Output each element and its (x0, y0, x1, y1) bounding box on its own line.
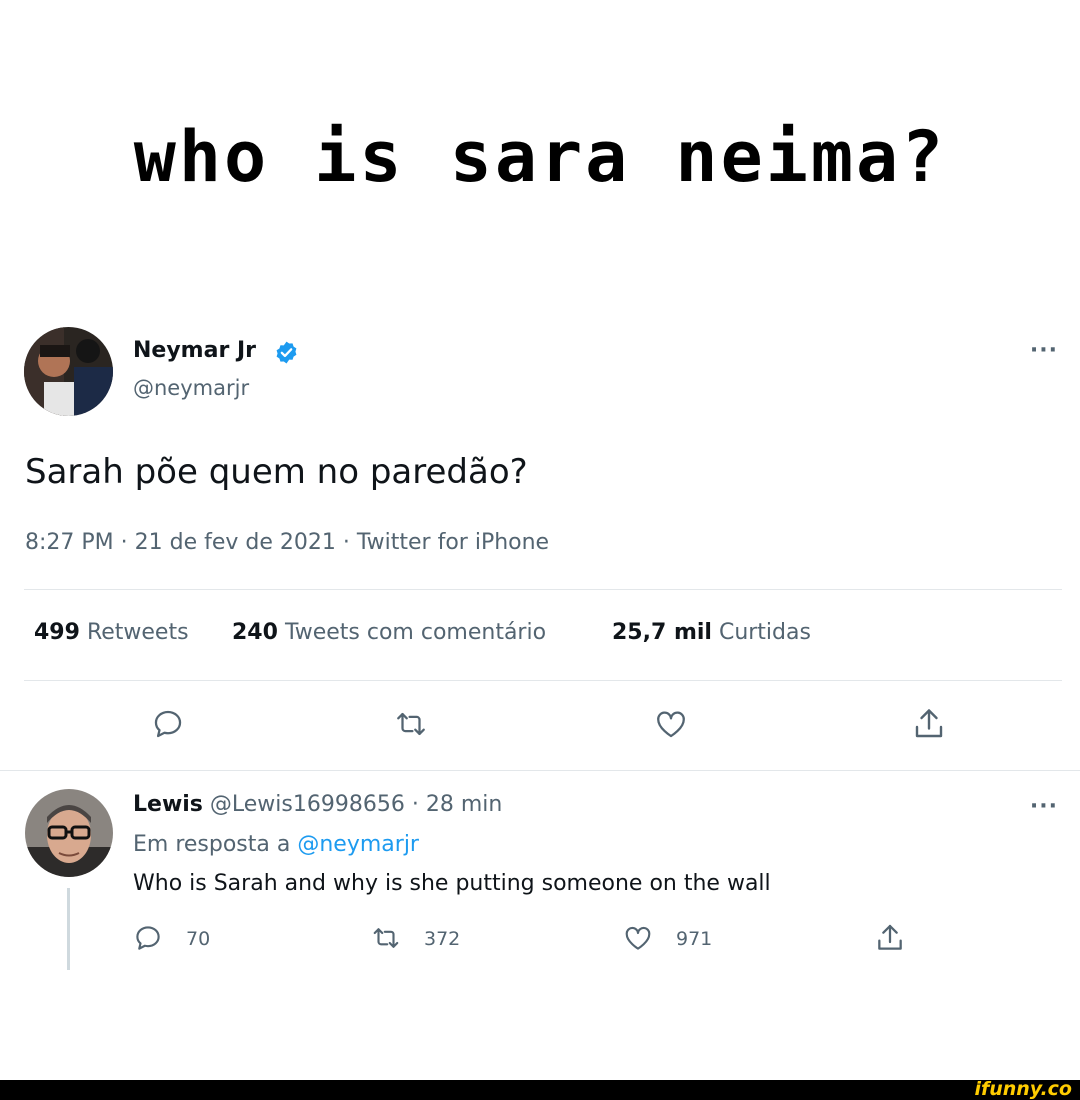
reply-reply-count: 70 (186, 928, 211, 950)
reply-reply-icon[interactable] (133, 923, 163, 953)
retweets-count: 499 (34, 620, 80, 645)
reply-context: Em resposta a @neymarjr (133, 832, 419, 857)
reply-share-icon[interactable] (874, 921, 906, 955)
reply-icon[interactable] (151, 707, 185, 741)
reply-context-mention[interactable]: @neymarjr (297, 832, 419, 857)
tweet-timestamp[interactable]: 8:27 PM · 21 de fev de 2021 · Twitter fo… (25, 530, 549, 555)
reply-more-icon[interactable]: ··· (1030, 794, 1058, 819)
reply-thread-line (67, 888, 70, 970)
author-handle[interactable]: @neymarjr (133, 376, 249, 400)
author-name[interactable]: Neymar Jr (133, 338, 256, 363)
reply-retweet-count: 372 (424, 928, 461, 950)
quotes-label: Tweets com comentário (284, 620, 547, 645)
reply-handle-time[interactable]: @Lewis16998656 · 28 min (210, 792, 502, 817)
likes-label: Curtidas (718, 620, 811, 645)
footer-bar (0, 1080, 1080, 1100)
verified-badge-icon (274, 340, 299, 365)
retweets-stat[interactable]: 499 Retweets (34, 620, 189, 645)
more-icon[interactable]: ··· (1030, 338, 1058, 363)
retweets-label: Retweets (86, 620, 189, 645)
reply-context-prefix: Em resposta a (133, 832, 298, 857)
divider (24, 589, 1062, 590)
divider (0, 770, 1080, 771)
share-icon[interactable] (911, 705, 947, 743)
ifunny-watermark: ifunny.co (974, 1078, 1072, 1100)
reply-like-icon[interactable] (622, 923, 654, 953)
reply-retweet-icon[interactable] (369, 923, 403, 953)
retweet-icon[interactable] (392, 707, 430, 741)
quotes-count: 240 (232, 620, 278, 645)
like-icon[interactable] (652, 707, 690, 741)
author-avatar[interactable] (24, 327, 113, 416)
tweet-text: Sarah põe quem no paredão? (25, 452, 528, 492)
meme-title: who is sara neima? (133, 116, 947, 198)
divider (24, 680, 1062, 681)
reply-text: Who is Sarah and why is she putting some… (133, 871, 771, 896)
reply-author-name[interactable]: Lewis (133, 792, 203, 817)
reply-like-count: 971 (676, 928, 713, 950)
quotes-stat[interactable]: 240 Tweets com comentário (232, 620, 546, 645)
reply-author-avatar[interactable] (25, 789, 113, 877)
reply-header: Lewis @Lewis16998656 · 28 min (133, 792, 502, 817)
likes-stat[interactable]: 25,7 mil Curtidas (612, 620, 811, 645)
likes-count: 25,7 mil (612, 620, 712, 645)
